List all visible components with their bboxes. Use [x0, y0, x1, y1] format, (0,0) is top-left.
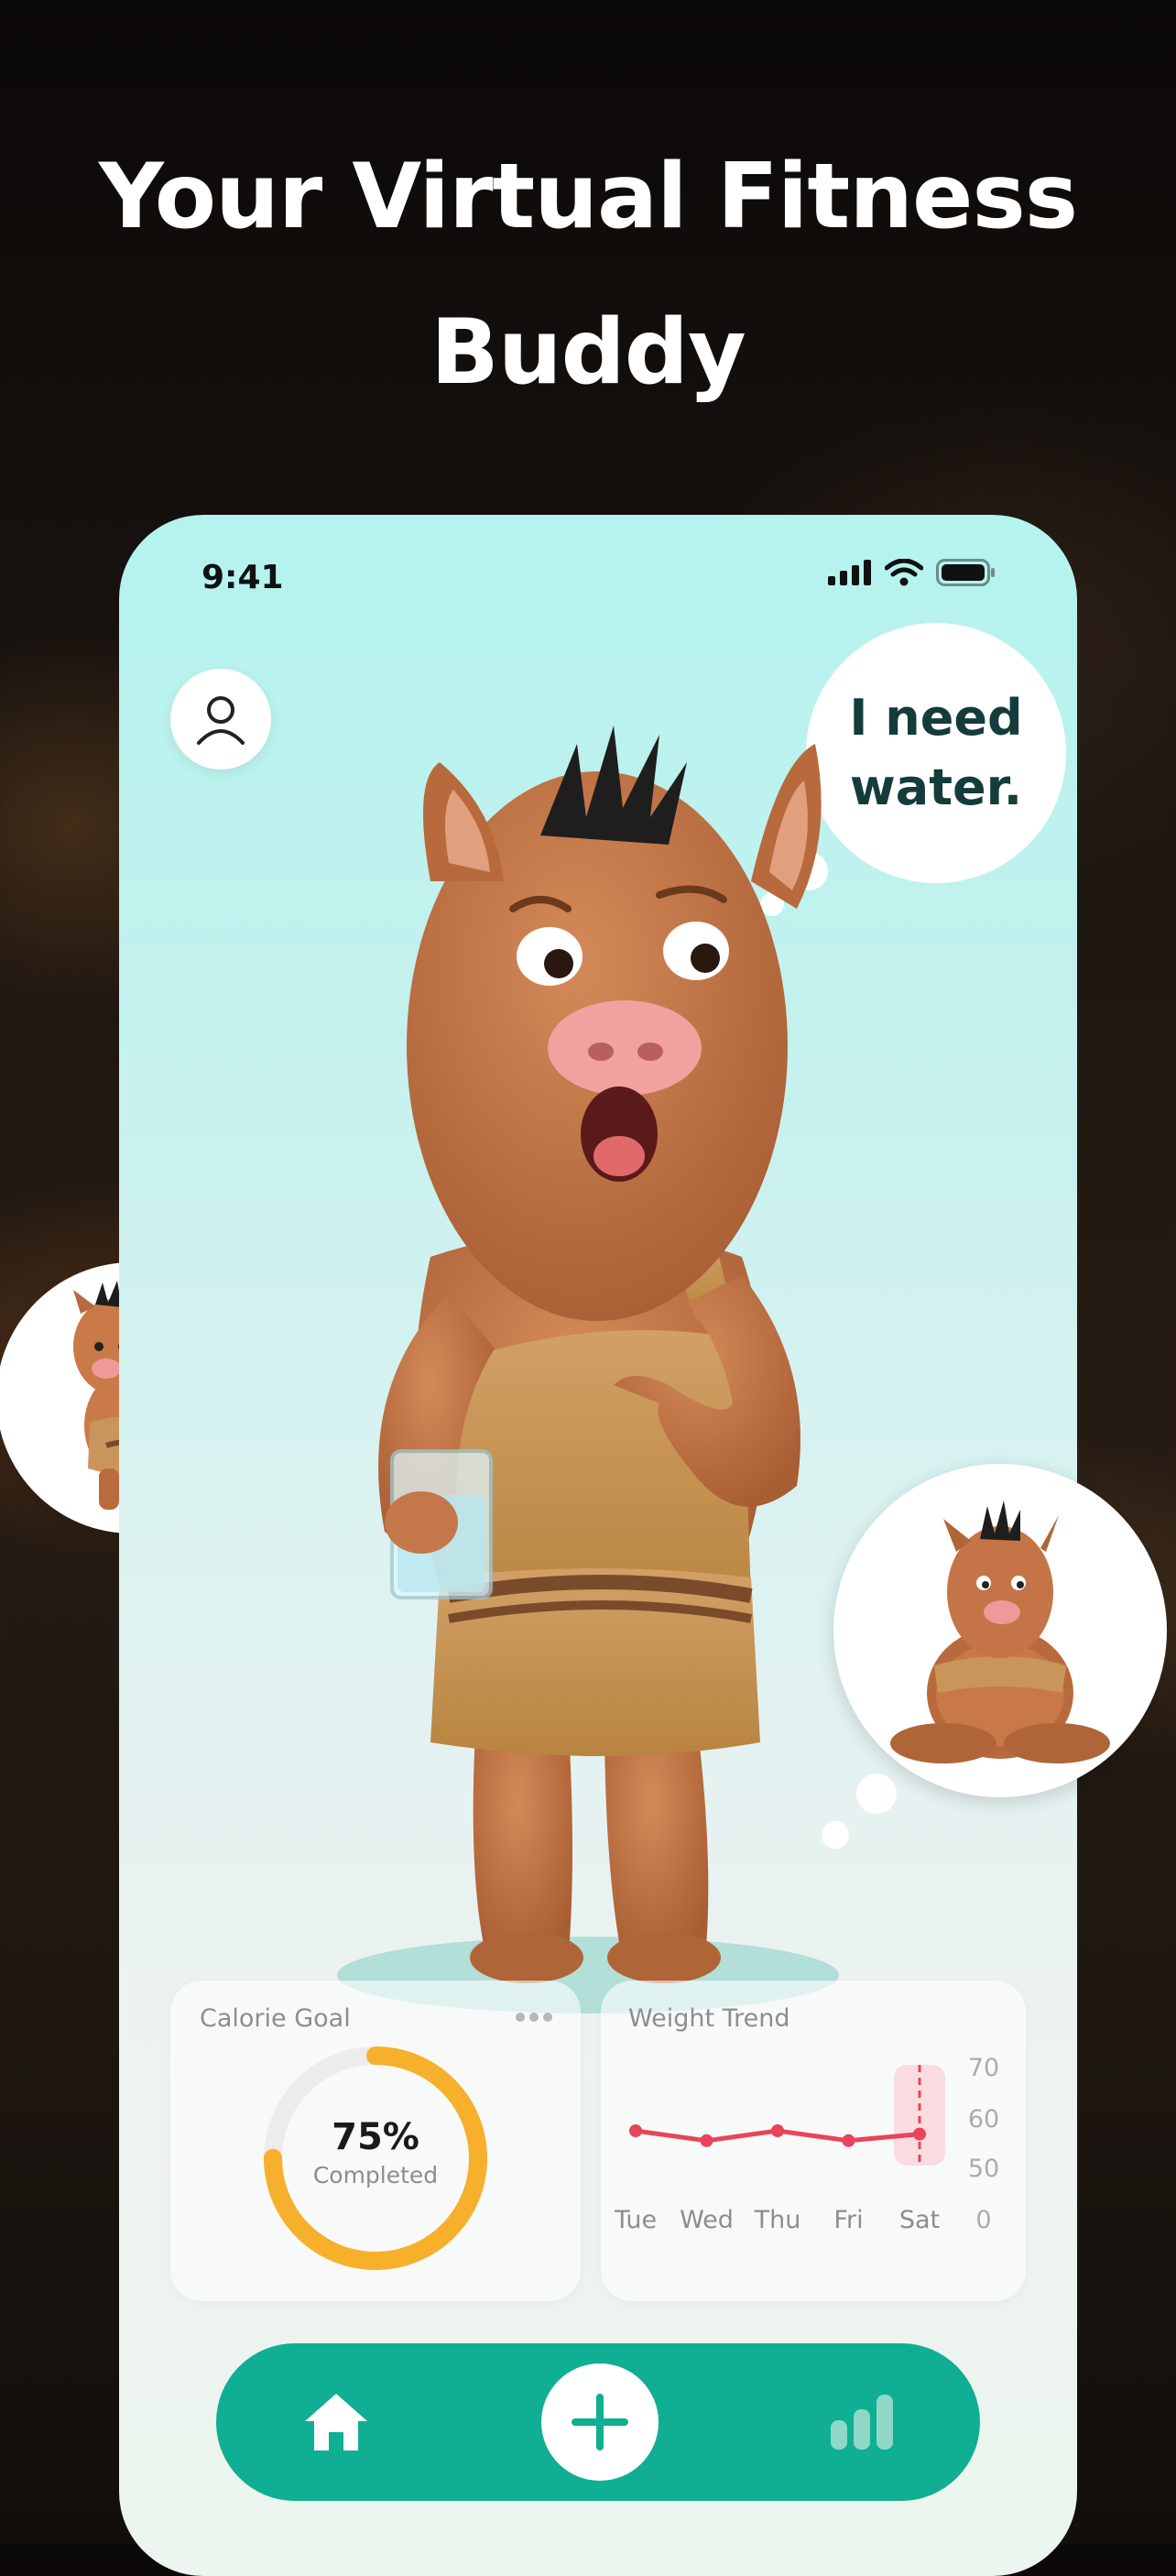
pig-character: [302, 726, 943, 2045]
x-tick-label: Tue: [614, 2206, 657, 2234]
x-tick-label: Thu: [754, 2206, 801, 2234]
hero-title-line2: Buddy: [430, 300, 746, 405]
pig-sitting-illustration: [890, 1501, 1110, 1763]
y-tick-label: 50: [968, 2155, 999, 2183]
trend-point: [771, 2124, 784, 2137]
add-button[interactable]: [541, 2363, 659, 2481]
stats-icon[interactable]: [829, 2393, 895, 2451]
trend-point: [700, 2134, 713, 2147]
status-time: 9:41: [201, 559, 284, 596]
y-tick-label: 60: [968, 2105, 999, 2134]
y-tick-label: 70: [968, 2054, 999, 2082]
battery-icon: [936, 559, 995, 586]
status-icons: [828, 559, 996, 586]
trend-point: [913, 2127, 926, 2141]
more-dots-icon[interactable]: [515, 2012, 553, 2023]
weight-trend-card[interactable]: Weight Trend Tue Wed Thu Fri Sat 70 60 50 0: [601, 1981, 1026, 2301]
ring-center: 75% Completed: [293, 2116, 458, 2189]
y-tick-label: 0: [975, 2206, 991, 2234]
add-icon: [572, 2394, 628, 2450]
bottom-nav: [216, 2343, 980, 2501]
calorie-completed-label: Completed: [312, 2162, 439, 2189]
right-thought-dot-large: [856, 1774, 897, 1814]
right-pig-bubble: [833, 1464, 1167, 1797]
trend-point: [629, 2124, 642, 2137]
x-tick-label: Sat: [899, 2206, 940, 2234]
x-tick-label: Fri: [833, 2206, 863, 2234]
hero-title-line1: Your Virtual Fitness: [98, 145, 1078, 249]
home-icon[interactable]: [301, 2390, 371, 2454]
wifi-icon: [885, 559, 923, 586]
profile-button[interactable]: [170, 669, 271, 770]
hero-title: Your Virtual Fitness Buddy: [0, 119, 1176, 431]
calorie-goal-card[interactable]: Calorie Goal 75% Completed: [170, 1981, 581, 2301]
right-thought-dot-small: [822, 1821, 849, 1849]
pig-drinking-water-illustration: [337, 726, 839, 2014]
signal-icon: [828, 560, 871, 585]
user-icon: [197, 696, 245, 745]
calorie-goal-title: Calorie Goal: [200, 2004, 351, 2033]
calorie-percent: 75%: [332, 2116, 419, 2158]
weight-trend-chart: Tue Wed Thu Fri Sat 70 60 50 0: [614, 2054, 999, 2234]
trend-point: [842, 2134, 855, 2147]
x-tick-label: Wed: [680, 2206, 734, 2234]
